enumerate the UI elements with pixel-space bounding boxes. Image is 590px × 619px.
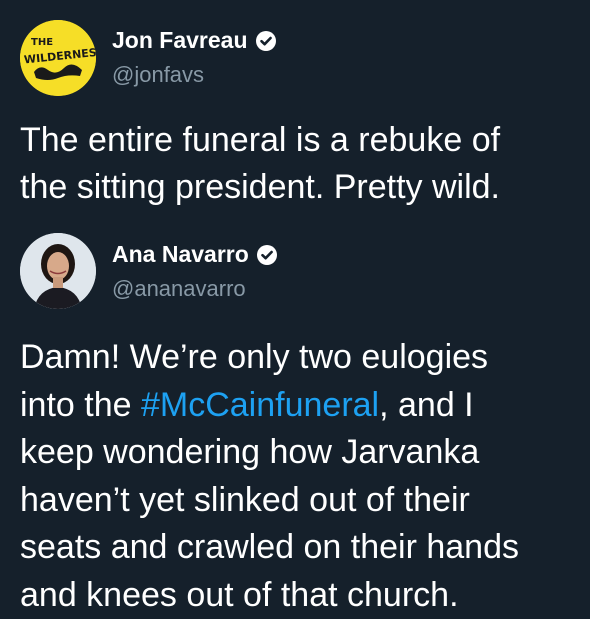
tweet-jon-favreau[interactable]: THE WILDERNESS Jon Favreau @jonfavs The … bbox=[0, 0, 590, 220]
author-name[interactable]: Ana Navarro bbox=[112, 241, 249, 268]
tweet-text: Damn! We’re only two eulogies into the #… bbox=[20, 334, 570, 619]
tweet-text-line: haven’t yet slinked out of their bbox=[20, 477, 570, 525]
svg-text:THE: THE bbox=[31, 37, 53, 48]
tweet-text-line: Damn! We’re only two eulogies bbox=[20, 334, 570, 382]
tweet-text-line: and knees out of that church. bbox=[20, 572, 570, 619]
tweet-text-fragment: , and I bbox=[379, 386, 474, 424]
author-name[interactable]: Jon Favreau bbox=[112, 27, 248, 54]
tweet-text-line: seats and crawled on their hands bbox=[20, 524, 570, 572]
tweet-text-line: into the #McCainfuneral, and I bbox=[20, 382, 570, 430]
hashtag-link[interactable]: #McCainfuneral bbox=[141, 386, 379, 424]
avatar-ana-navarro[interactable] bbox=[20, 233, 96, 309]
verified-badge-icon bbox=[256, 244, 278, 266]
profile-photo bbox=[20, 233, 96, 309]
wilderness-logo: THE WILDERNESS bbox=[20, 20, 96, 96]
author-name-row[interactable]: Jon Favreau bbox=[112, 27, 277, 54]
verified-badge-icon bbox=[255, 30, 277, 52]
tweet-text-line: keep wondering how Jarvanka bbox=[20, 429, 570, 477]
avatar-jon-favreau[interactable]: THE WILDERNESS bbox=[20, 20, 96, 96]
author-handle[interactable]: @jonfavs bbox=[112, 62, 204, 88]
tweet-text-line: the sitting president. Pretty wild. bbox=[20, 164, 570, 211]
tweet-ana-navarro[interactable]: Ana Navarro @ananavarro Damn! We’re only… bbox=[0, 222, 590, 617]
tweet-text: The entire funeral is a rebuke of the si… bbox=[20, 117, 570, 211]
tweet-text-line: The entire funeral is a rebuke of bbox=[20, 117, 570, 164]
tweet-text-fragment: into the bbox=[20, 386, 141, 424]
author-handle[interactable]: @ananavarro bbox=[112, 276, 246, 302]
author-name-row[interactable]: Ana Navarro bbox=[112, 241, 278, 268]
